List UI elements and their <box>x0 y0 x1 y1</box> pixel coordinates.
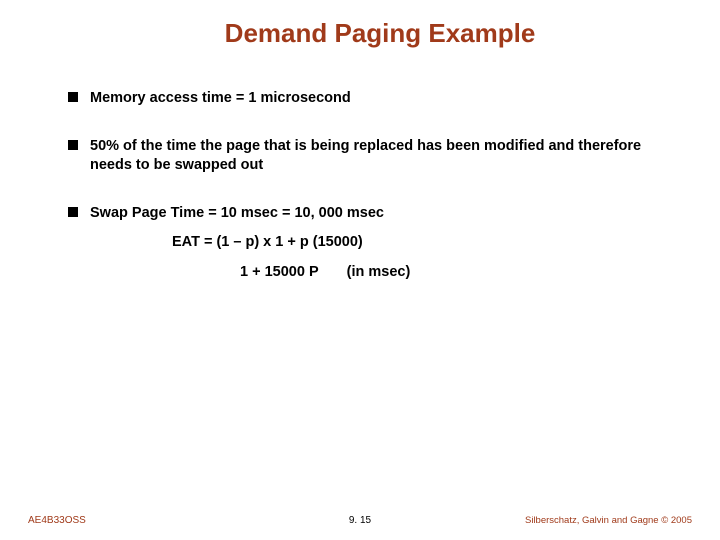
eat-formula-line2b: (in msec) <box>347 264 411 280</box>
slide: Demand Paging Example Memory access time… <box>0 0 720 540</box>
eat-formula-line2: 1 + 15000 P (in msec) <box>240 263 680 283</box>
footer-left: AE4B33OSS <box>28 515 86 526</box>
bullet-3-text: Swap Page Time = 10 msec = 10, 000 msec <box>90 205 384 221</box>
bullet-list: Memory access time = 1 microsecond 50% o… <box>40 89 680 282</box>
eat-formula-line1: EAT = (1 – p) x 1 + p (15000) <box>172 233 680 253</box>
eat-formula-line2a: 1 + 15000 P <box>240 264 319 280</box>
bullet-2: 50% of the time the page that is being r… <box>68 137 680 176</box>
footer-right: Silberschatz, Galvin and Gagne © 2005 <box>525 515 692 526</box>
bullet-1: Memory access time = 1 microsecond <box>68 89 680 109</box>
slide-title: Demand Paging Example <box>40 18 680 49</box>
footer-center: 9. 15 <box>349 515 371 526</box>
footer: AE4B33OSS 9. 15 Silberschatz, Galvin and… <box>0 515 720 526</box>
bullet-3: Swap Page Time = 10 msec = 10, 000 msec … <box>68 204 680 283</box>
